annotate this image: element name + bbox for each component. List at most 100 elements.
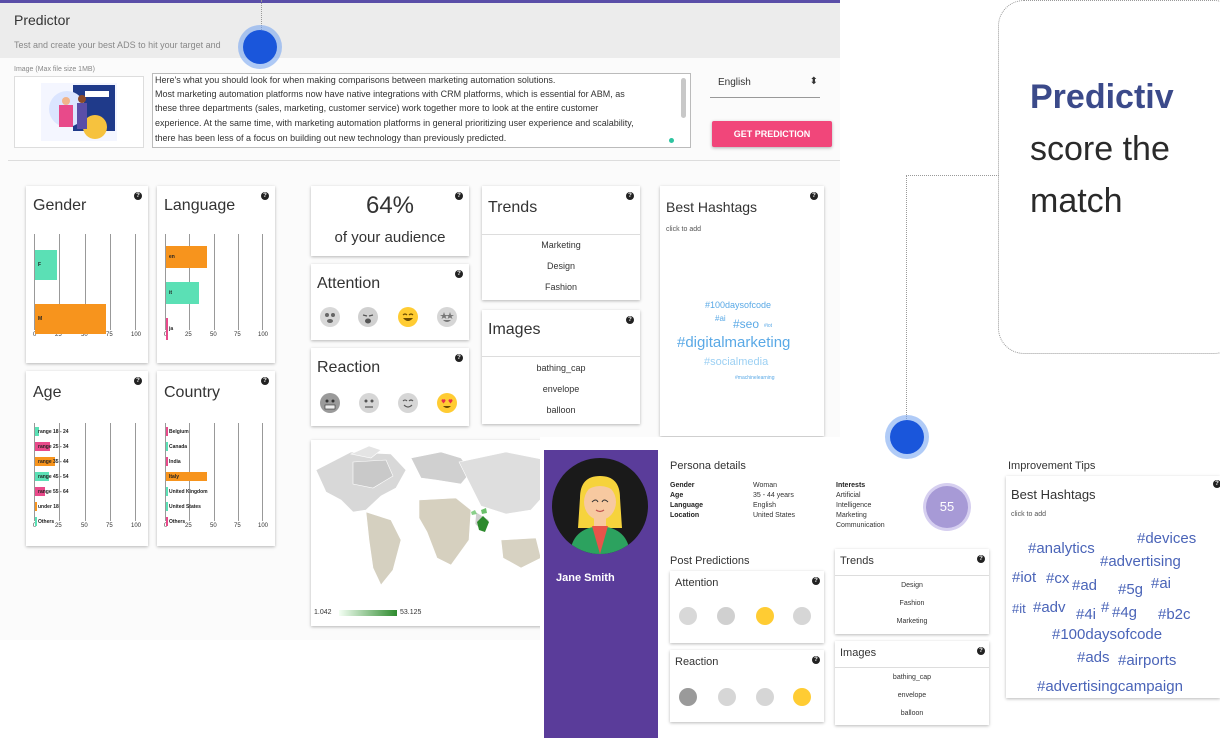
image-tag-item[interactable]: envelope bbox=[482, 384, 640, 394]
map-legend-min: 1.042 bbox=[314, 609, 332, 616]
gridline bbox=[135, 234, 136, 330]
hashtag-chip[interactable]: #machinelearning bbox=[735, 375, 774, 381]
callout-box bbox=[998, 0, 1220, 354]
persona-attention-help-icon[interactable]: ? bbox=[812, 577, 820, 585]
gridline bbox=[85, 423, 86, 521]
divider bbox=[8, 160, 840, 161]
attention-card: Attention ? bbox=[311, 264, 469, 340]
get-prediction-button[interactable]: GET PREDICTION bbox=[712, 121, 832, 147]
hashtag-chip[interactable]: #ai bbox=[715, 314, 726, 323]
persona-trend-item[interactable]: Fashion bbox=[835, 600, 989, 607]
neutral-face-icon bbox=[718, 688, 736, 706]
images-help-icon[interactable]: ? bbox=[626, 316, 634, 324]
hashtag-chip[interactable]: #devices bbox=[1137, 530, 1196, 547]
hashtag-chip[interactable]: #socialmedia bbox=[704, 356, 768, 368]
bar-label: range 35 - 44 bbox=[38, 458, 69, 465]
hashtags-help-icon[interactable]: ? bbox=[810, 192, 818, 200]
persona-image-item[interactable]: balloon bbox=[835, 710, 989, 717]
trends-help-icon[interactable]: ? bbox=[626, 192, 634, 200]
trends-card: Trends ? Marketing Design Fashion bbox=[482, 186, 640, 300]
hashtag-chip[interactable]: #ads bbox=[1077, 649, 1110, 666]
reaction-help-icon[interactable]: ? bbox=[455, 354, 463, 362]
hashtag-chip[interactable]: #seo bbox=[733, 317, 759, 331]
trend-item[interactable]: Design bbox=[482, 261, 640, 271]
drag-handle-top[interactable] bbox=[243, 30, 277, 64]
gender-help-icon[interactable]: ? bbox=[134, 192, 142, 200]
ad-text-area[interactable]: Here's what you should look for when mak… bbox=[152, 73, 691, 148]
persona-trends-divider bbox=[835, 575, 989, 576]
trend-item[interactable]: Fashion bbox=[482, 282, 640, 292]
chart-bar[interactable] bbox=[166, 318, 168, 340]
field-key-age: Age bbox=[670, 492, 684, 499]
hashtag-chip[interactable]: #analytics bbox=[1028, 540, 1095, 557]
persona-trend-item[interactable]: Marketing bbox=[835, 618, 989, 625]
drag-handle-bottom[interactable] bbox=[890, 420, 924, 454]
axis-tick-label: 100 bbox=[131, 332, 142, 338]
post-predictions-title: Post Predictions bbox=[670, 555, 750, 567]
attention-help-icon[interactable]: ? bbox=[455, 270, 463, 278]
hashtag-chip[interactable]: #5g bbox=[1118, 581, 1143, 598]
persona-images-help-icon[interactable]: ? bbox=[977, 647, 985, 655]
bar-label: United Kingdom bbox=[169, 488, 208, 495]
chart-bar[interactable] bbox=[166, 457, 168, 466]
callout-connector-h bbox=[906, 175, 999, 176]
hashtag-chip[interactable]: #cx bbox=[1046, 570, 1069, 587]
persona-score-value: 55 bbox=[939, 499, 955, 514]
persona-trends-title: Trends bbox=[840, 555, 874, 567]
chart-bar[interactable] bbox=[166, 517, 168, 526]
field-value-location: United States bbox=[753, 512, 796, 519]
improvement-help-icon[interactable]: ? bbox=[1213, 480, 1220, 488]
hashtag-chip[interactable]: #airports bbox=[1118, 652, 1176, 669]
grammar-indicator-icon bbox=[669, 138, 674, 143]
persona-trend-item[interactable]: Design bbox=[835, 582, 989, 589]
axis-tick-label: 75 bbox=[234, 523, 241, 529]
persona-image-item[interactable]: envelope bbox=[835, 692, 989, 699]
dotted-connector-top bbox=[261, 0, 262, 30]
hashtag-chip[interactable]: #100daysofcode bbox=[1052, 626, 1162, 643]
hashtag-chip[interactable]: #100daysofcode bbox=[705, 300, 771, 310]
hashtag-chip[interactable]: #advertisingcampaign bbox=[1037, 678, 1183, 695]
hashtag-chip[interactable]: #it bbox=[1012, 601, 1026, 616]
image-tag-item[interactable]: bathing_cap bbox=[482, 363, 640, 373]
persona-reaction-help-icon[interactable]: ? bbox=[812, 656, 820, 664]
improvement-hashtags-card: Best Hashtags ? click to add #analytics … bbox=[1006, 476, 1220, 698]
hashtag-chip[interactable]: #iot bbox=[764, 323, 772, 329]
hashtag-chip[interactable]: #4i bbox=[1076, 606, 1096, 623]
hashtag-chip[interactable]: #ad bbox=[1072, 577, 1097, 594]
hashtag-chip[interactable]: #digitalmarketing bbox=[677, 334, 790, 351]
chart-bar[interactable] bbox=[166, 487, 168, 496]
chart-bar[interactable] bbox=[35, 502, 37, 511]
age-help-icon[interactable]: ? bbox=[134, 377, 142, 385]
chart-bar[interactable] bbox=[166, 442, 168, 451]
grimacing-face-icon bbox=[320, 393, 340, 413]
hashtag-chip[interactable]: #advertising bbox=[1100, 553, 1181, 570]
language-select[interactable]: English ⬍ bbox=[710, 71, 820, 98]
axis-tick-label: 25 bbox=[55, 523, 62, 529]
chart-bar[interactable] bbox=[35, 304, 106, 334]
chart-bar[interactable] bbox=[35, 517, 37, 526]
image-tag-item[interactable]: balloon bbox=[482, 405, 640, 415]
language-help-icon[interactable]: ? bbox=[261, 192, 269, 200]
country-card-title: Country bbox=[164, 384, 221, 401]
hashtag-chip[interactable]: #b2c bbox=[1158, 606, 1191, 623]
language-card-title: Language bbox=[164, 197, 236, 214]
chart-bar[interactable] bbox=[166, 502, 168, 511]
chart-bar[interactable] bbox=[166, 427, 168, 436]
hashtag-chip[interactable]: #adv bbox=[1033, 599, 1066, 616]
text-scrollbar[interactable] bbox=[681, 78, 686, 118]
trend-item[interactable]: Marketing bbox=[482, 240, 640, 250]
grinning-face-icon bbox=[756, 607, 774, 625]
field-key-location: Location bbox=[670, 512, 700, 519]
hashtag-chip[interactable]: # bbox=[1101, 599, 1109, 616]
image-upload-thumbnail[interactable] bbox=[14, 76, 144, 148]
country-help-icon[interactable]: ? bbox=[261, 377, 269, 385]
world-map[interactable] bbox=[311, 440, 551, 605]
hashtag-chip[interactable]: #ai bbox=[1151, 575, 1171, 592]
woman-avatar-icon bbox=[570, 476, 630, 554]
gridline bbox=[110, 234, 111, 330]
callout-title: Predictiv bbox=[1030, 78, 1174, 116]
hashtag-chip[interactable]: #iot bbox=[1012, 569, 1036, 586]
persona-trends-help-icon[interactable]: ? bbox=[977, 555, 985, 563]
persona-image-item[interactable]: bathing_cap bbox=[835, 674, 989, 681]
hashtag-chip[interactable]: #4g bbox=[1112, 604, 1137, 621]
